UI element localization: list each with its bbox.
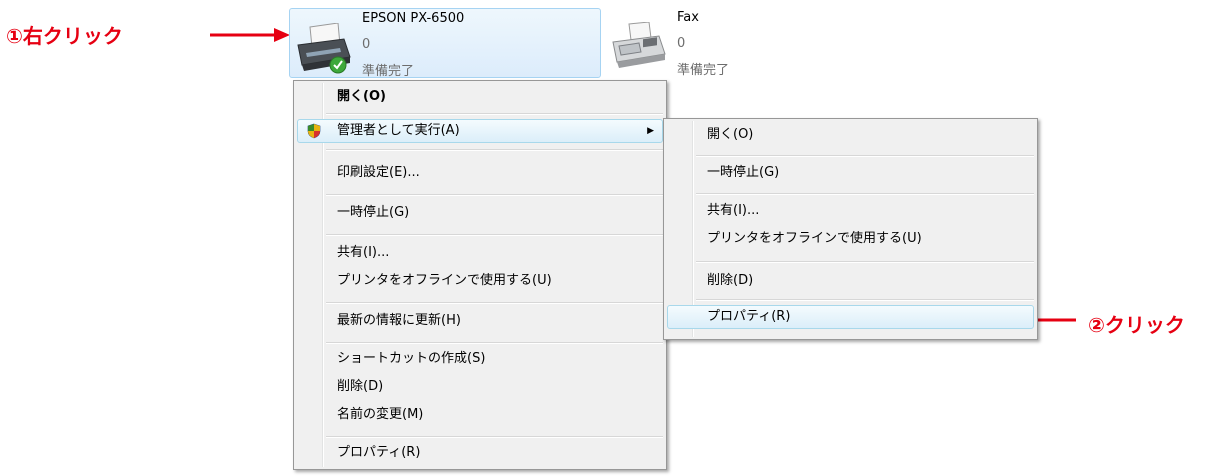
submenu-item-pause[interactable]: 一時停止(G) [667,161,1034,185]
menu-item-open[interactable]: 開く(O) [297,85,663,109]
submenu-item-delete[interactable]: 削除(D) [667,269,1034,293]
submenu-item-share[interactable]: 共有(I)... [667,199,1034,223]
menu-item-properties[interactable]: プロパティ(R) [297,441,663,465]
menu-item-share[interactable]: 共有(I)... [297,241,663,265]
step2-annotation: ②クリック [1088,313,1185,337]
printer-name: EPSON PX-6500 [362,11,465,26]
step1-annotation: ①右クリック [6,24,123,48]
printer-job-count: 0 [677,36,686,51]
printer-tile-epson[interactable]: EPSON PX-6500 0 準備完了 [289,8,601,79]
menu-item-use-offline[interactable]: プリンタをオフラインで使用する(U) [297,269,663,293]
printer-icon [297,23,351,74]
submenu-arrow-icon: ▶ [647,126,654,136]
submenu-item-open[interactable]: 開く(O) [667,123,1034,147]
context-menu: 開く(O) 管理者として実行(A) ▶ 印刷設定(E)... 一時停止(G) 共… [293,80,667,470]
printer-name: Fax [677,10,699,25]
uac-shield-icon [307,123,321,139]
printer-job-count: 0 [362,37,371,52]
menu-item-print-settings[interactable]: 印刷設定(E)... [297,161,663,185]
run-as-admin-submenu: 開く(O) 一時停止(G) 共有(I)... プリンタをオフラインで使用する(U… [663,118,1038,340]
fax-icon [612,22,666,68]
submenu-item-use-offline[interactable]: プリンタをオフラインで使用する(U) [667,227,1034,251]
menu-item-refresh[interactable]: 最新の情報に更新(H) [297,309,663,333]
printer-status: 準備完了 [677,63,730,78]
menu-item-run-as-admin[interactable]: 管理者として実行(A) ▶ [297,119,663,143]
right-arrow-icon [210,28,290,42]
menu-item-delete[interactable]: 削除(D) [297,375,663,399]
printer-status: 準備完了 [362,64,415,79]
printer-tile-fax[interactable]: Fax 0 準備完了 [605,8,805,78]
submenu-item-properties[interactable]: プロパティ(R) [667,305,1034,329]
menu-item-rename[interactable]: 名前の変更(M) [297,403,663,427]
menu-item-create-shortcut[interactable]: ショートカットの作成(S) [297,347,663,371]
menu-item-pause[interactable]: 一時停止(G) [297,201,663,225]
